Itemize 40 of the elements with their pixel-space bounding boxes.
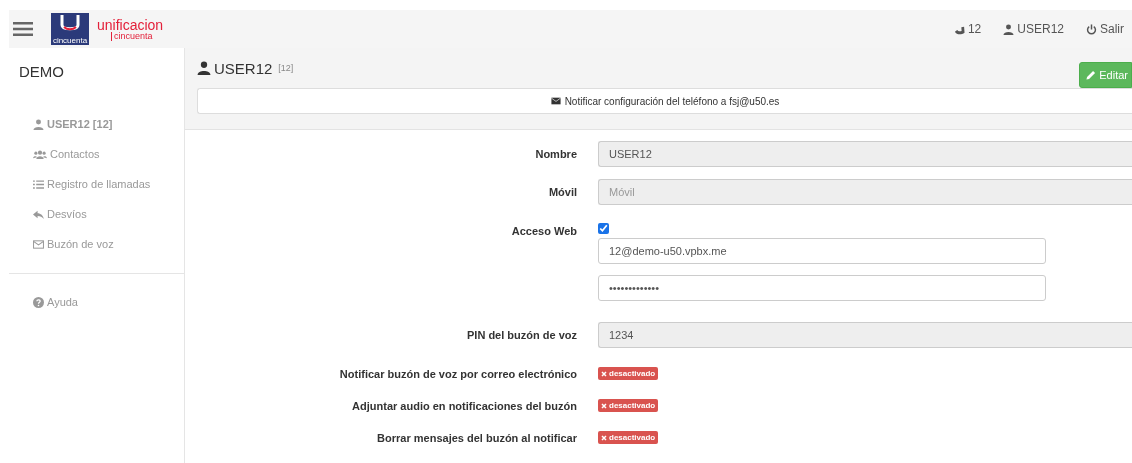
readonly-field[interactable]: Móvil [598,179,1132,205]
readonly-field[interactable]: 1234 [598,322,1132,348]
reply-icon [33,208,44,220]
field-label: PIN del buzón de voz [466,328,577,341]
badge-text: desactivado [609,401,656,410]
close-icon [601,402,607,409]
readonly-field[interactable]: USER12 [598,141,1132,167]
menu-icon[interactable] [13,20,33,38]
power-icon [1086,23,1097,35]
envelope-icon [550,96,561,106]
field-label: Nombre [534,147,577,160]
nav-link[interactable]: 12 [939,22,990,36]
nav-link[interactable]: USER12 [989,22,1072,36]
pencil-icon [1086,70,1097,80]
field-label: Móvil [547,185,577,198]
input-field[interactable]: ••••••••••••• [598,275,1046,301]
checkbox[interactable] [598,223,609,234]
sidebar-title: DEMO [18,62,65,82]
nav-link[interactable]: Salir [1072,22,1132,36]
close-icon [601,370,607,377]
logo-subtext: cincuenta [111,31,164,41]
close-icon [601,434,607,441]
question-icon [33,296,44,308]
user-icon [33,118,44,130]
logo-text: unificacion [97,17,164,32]
badge-text: desactivado [609,433,656,442]
envelope-icon [33,238,44,250]
field-label: Notificar buzón de voz por correo electrónico [338,367,577,380]
field-label: Borrar mensajes del buzón al notificar [376,431,577,444]
user-icon [197,61,211,75]
list-icon [33,178,44,190]
user-icon [1003,23,1015,35]
field-label: Adjuntar audio en notificaciones del buzón [351,399,577,412]
notify-button[interactable]: Notificar configuración del teléfono a fsj@u50.es [197,88,1132,114]
badge-text: desactivado [609,369,656,378]
logo-caption: cincuenta [52,36,88,45]
field-label: Acceso Web [510,224,577,237]
users-icon [33,148,47,160]
page-title: USER12 [12] [197,59,294,77]
input-field[interactable]: 12@demo-u50.vpbx.me [598,238,1046,264]
